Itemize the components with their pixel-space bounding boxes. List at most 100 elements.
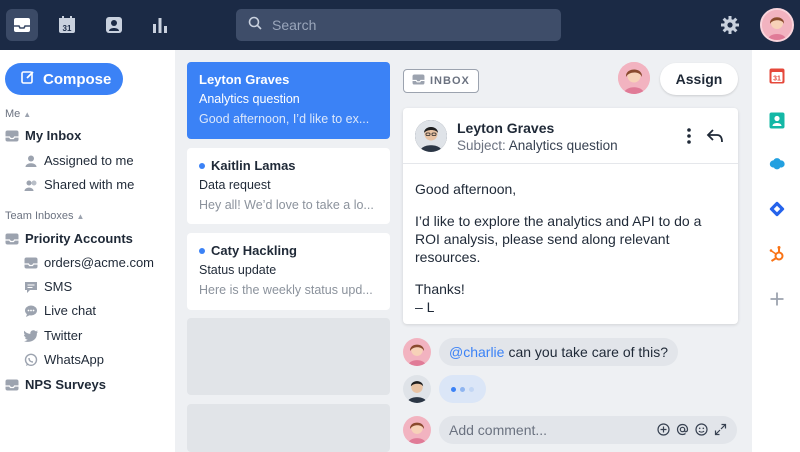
mention-link[interactable]: @charlie (449, 344, 504, 360)
message-body: Good afternoon, I’d like to explore the … (415, 180, 730, 316)
comment-bubble: @charlie can you take care of this? (439, 338, 678, 366)
sidebar-item-orders[interactable]: orders@acme.com (24, 255, 154, 270)
sender-name: Caty Hackling (211, 243, 297, 258)
contacts-icon[interactable] (768, 111, 786, 129)
assign-button[interactable]: Assign (660, 63, 738, 95)
sender-name: Leyton Graves (199, 72, 290, 87)
comment-box[interactable] (439, 416, 737, 444)
sidebar-item-label: Priority Accounts (25, 231, 133, 246)
assignee-avatar[interactable] (618, 62, 650, 94)
sidebar-item-assigned[interactable]: Assigned to me (24, 153, 134, 168)
message-snippet: Good afternoon, I’d like to ex... (199, 112, 370, 126)
comment-row: @charlie can you take care of this? (403, 338, 678, 366)
search-icon (248, 16, 262, 35)
current-user-avatar[interactable] (403, 416, 431, 444)
comment-input[interactable] (449, 422, 649, 438)
inbox-tag[interactable]: INBOX (403, 69, 479, 93)
subject-text: Analytics question (508, 138, 618, 153)
add-icon[interactable] (656, 422, 670, 436)
compose-icon (21, 70, 35, 88)
commenter-avatar[interactable] (403, 338, 431, 366)
whatsapp-icon (24, 353, 38, 367)
add-integration-icon[interactable] (768, 290, 786, 308)
message-subject: Data request (199, 178, 271, 192)
list-item-placeholder (187, 404, 390, 452)
message-signature: – L (415, 299, 435, 315)
calendar-icon[interactable]: 31 (768, 66, 786, 84)
unread-indicator (199, 247, 205, 254)
typing-user-avatar[interactable] (403, 375, 431, 403)
sidebar-item-label: Assigned to me (44, 153, 134, 168)
shared-users-icon (24, 178, 38, 192)
gear-icon[interactable] (716, 11, 744, 39)
hubspot-icon[interactable] (768, 245, 786, 263)
sidebar-item-label: orders@acme.com (44, 255, 155, 270)
svg-text:31: 31 (773, 75, 781, 82)
search-input[interactable] (272, 17, 552, 33)
expand-icon[interactable] (713, 422, 727, 436)
jira-icon[interactable] (768, 200, 786, 218)
message-snippet: Hey all! We’d love to take a lo... (199, 198, 374, 212)
sidebar-item-label: NPS Surveys (25, 377, 106, 392)
message-list: Leyton Graves Analytics question Good af… (175, 50, 392, 452)
emoji-icon[interactable] (694, 422, 708, 436)
inbox-icon (5, 378, 19, 392)
sidebar-item-nps-surveys[interactable]: NPS Surveys (5, 377, 106, 392)
inbox-icon (24, 256, 38, 270)
message-subject-line: Subject: Analytics question (457, 138, 618, 153)
reply-icon[interactable] (705, 126, 725, 146)
message-subject: Status update (199, 263, 277, 277)
add-comment-row (403, 416, 737, 444)
sidebar-item-label: SMS (44, 279, 73, 294)
conversation-panel: INBOX Assign Leyton Graves Subject: Anal… (392, 50, 752, 452)
typing-row (403, 375, 486, 403)
integrations-rail: 31 (752, 50, 800, 452)
calendar-icon[interactable]: 31 (51, 9, 83, 41)
sidebar-item-live-chat[interactable]: Live chat (24, 303, 96, 318)
sidebar-item-shared[interactable]: Shared with me (24, 177, 134, 192)
sidebar-item-priority-accounts[interactable]: Priority Accounts (5, 231, 133, 246)
inbox-icon[interactable] (6, 9, 38, 41)
message-subject: Analytics question (199, 92, 300, 106)
sender-avatar[interactable] (415, 120, 447, 152)
section-team-inboxes[interactable]: Team Inboxes ▲ (5, 210, 84, 222)
top-bar: 31 (0, 0, 800, 50)
sidebar-item-my-inbox[interactable]: My Inbox (5, 128, 81, 143)
message-snippet: Here is the weekly status upd... (199, 283, 373, 297)
sidebar-item-twitter[interactable]: Twitter (24, 328, 82, 343)
list-item-placeholder (187, 318, 390, 395)
list-item[interactable]: Kaitlin Lamas Data request Hey all! We’d… (187, 148, 390, 224)
inbox-icon (5, 232, 19, 246)
caret-up-icon: ▲ (23, 110, 32, 119)
list-item[interactable]: Leyton Graves Analytics question Good af… (187, 62, 390, 139)
sidebar-item-sms[interactable]: SMS (24, 279, 72, 294)
subject-prefix: Subject: (457, 138, 506, 153)
unread-indicator (199, 162, 205, 169)
message-paragraph: I’d like to explore the analytics and AP… (415, 213, 702, 265)
list-item[interactable]: Caty Hackling Status update Here is the … (187, 233, 390, 310)
message-thanks: Thanks! (415, 281, 465, 297)
sidebar-item-label: Shared with me (44, 177, 135, 192)
section-me[interactable]: Me ▲ (5, 108, 31, 120)
sms-icon (24, 280, 38, 294)
compose-label: Compose (43, 70, 112, 88)
contacts-icon[interactable] (98, 9, 130, 41)
sidebar-item-whatsapp[interactable]: WhatsApp (24, 352, 104, 367)
message-sender: Leyton Graves (457, 120, 555, 136)
sidebar-item-label: My Inbox (25, 128, 82, 143)
inbox-icon (5, 129, 19, 143)
message-greeting: Good afternoon, (415, 181, 517, 197)
at-icon[interactable] (675, 422, 689, 436)
more-options-icon[interactable] (683, 126, 695, 146)
inbox-icon (412, 74, 425, 88)
twitter-icon (24, 329, 38, 343)
compose-button[interactable]: Compose (5, 63, 123, 95)
search-bar[interactable] (236, 9, 561, 41)
analytics-icon[interactable] (144, 9, 176, 41)
sidebar: Compose Me ▲ My Inbox Assigned to me Shar… (0, 50, 175, 452)
user-avatar[interactable] (760, 8, 794, 42)
message-card: Leyton Graves Subject: Analytics questio… (403, 108, 738, 324)
comment-text: can you take care of this? (508, 344, 668, 360)
salesforce-icon[interactable] (768, 155, 786, 173)
chat-icon (24, 304, 38, 318)
